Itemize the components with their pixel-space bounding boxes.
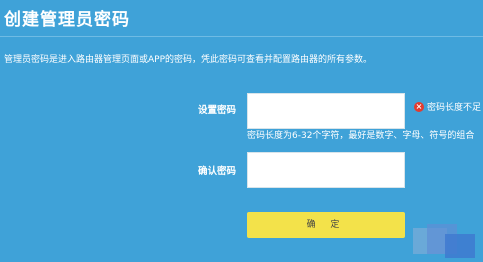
set-password-input[interactable] — [247, 93, 405, 129]
confirm-password-label: 确认密码 — [197, 166, 236, 177]
password-error: × 密码长度不足 — [414, 100, 481, 113]
error-message: 密码长度不足 — [427, 103, 482, 113]
title-divider — [0, 36, 483, 37]
page-description: 管理员密码是进入路由器管理页面或APP的密码，凭此密码可查看并配置路由器的所有参… — [4, 55, 373, 65]
set-password-label: 设置密码 — [197, 105, 236, 116]
confirm-button[interactable]: 确 定 — [247, 212, 405, 238]
corner-decoration — [405, 220, 483, 262]
password-hint: 密码长度为6-32个字符，最好是数字、字母、符号的组合 — [247, 131, 475, 141]
error-x-icon: × — [414, 101, 424, 112]
confirm-password-input[interactable] — [247, 152, 405, 188]
page-title: 创建管理员密码 — [4, 10, 130, 30]
